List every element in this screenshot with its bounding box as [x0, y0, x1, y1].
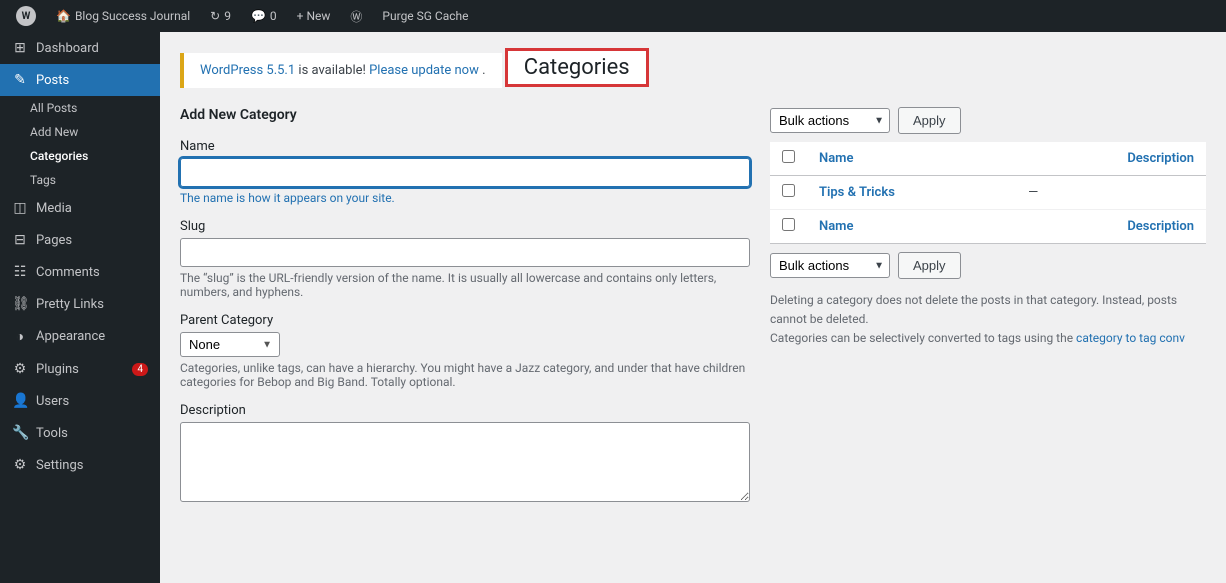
form-section-title: Add New Category [180, 107, 750, 123]
description-label: Description [180, 403, 750, 418]
wp-update-link[interactable]: WordPress 5.5.1 [200, 63, 295, 78]
description-column-link-bottom[interactable]: Description [1127, 219, 1194, 234]
sidebar-item-media[interactable]: ◫ Media [0, 192, 160, 224]
admin-bar: W 🏠 Blog Success Journal ↻ 9 💬 0 + New Ⓦ… [0, 0, 1226, 32]
two-column-layout: Add New Category Name The name is how it… [180, 107, 1206, 520]
parent-category-field: Parent Category None ▼ Categories, unlik… [180, 313, 750, 389]
bulk-select-wrap-bottom: Bulk actions ▼ [770, 253, 890, 278]
sidebar-item-settings[interactable]: ⚙ Settings [0, 449, 160, 481]
name-help: The name is how it appears on your site. [180, 191, 750, 205]
update-notice: WordPress 5.5.1 is available! Please upd… [180, 53, 502, 88]
sidebar-item-pages[interactable]: ⊟ Pages [0, 224, 160, 256]
slug-help: The “slug” is the URL-friendly version o… [180, 271, 750, 299]
parent-category-label: Parent Category [180, 313, 750, 328]
name-column-link-bottom[interactable]: Name [819, 219, 853, 234]
updates-item[interactable]: ↻ 9 [202, 0, 239, 32]
media-icon: ◫ [12, 200, 28, 216]
sidebar-item-plugins[interactable]: ⚙ Plugins 4 [0, 353, 160, 385]
sidebar-item-categories[interactable]: Categories [0, 144, 160, 168]
description-field: Description [180, 403, 750, 506]
table-header-row: Name Description [770, 142, 1206, 176]
site-name[interactable]: 🏠 Blog Success Journal [48, 0, 198, 32]
categories-table: Name Description [770, 142, 1206, 244]
name-label: Name [180, 139, 750, 154]
name-input[interactable] [180, 158, 750, 187]
select-all-header [770, 142, 807, 176]
content-area: WordPress 5.5.1 is available! Please upd… [160, 32, 1226, 583]
bulk-select-wrap-top: Bulk actions ▼ [770, 108, 890, 133]
footer-notes: Deleting a category does not delete the … [770, 291, 1206, 349]
wp-icon: W [16, 6, 36, 26]
purge-cache[interactable]: Purge SG Cache [374, 0, 476, 32]
new-item[interactable]: + New [289, 0, 339, 32]
table-row: Tips & Tricks — [770, 176, 1206, 210]
settings-icon: ⚙ [12, 457, 28, 473]
sidebar-item-pretty-links[interactable]: ⛓ Pretty Links [0, 288, 160, 320]
category-tag-converter-link[interactable]: category to tag conv [1076, 331, 1185, 345]
select-all-checkbox-bottom[interactable] [782, 218, 795, 231]
name-field: Name The name is how it appears on your … [180, 139, 750, 205]
page-title: Categories [524, 55, 630, 80]
dashboard-icon: ⊞ [12, 40, 28, 56]
bulk-actions-row-bottom: Bulk actions ▼ Apply [770, 252, 1206, 279]
pages-icon: ⊟ [12, 232, 28, 248]
comments-icon: ☷ [12, 264, 28, 280]
tools-icon: 🔧 [12, 425, 28, 441]
description-column-header: Description [1016, 142, 1206, 176]
plugins-badge: 4 [132, 363, 148, 376]
description-column-header-bottom: Description [1016, 210, 1206, 244]
name-column-header-bottom: Name [807, 210, 1016, 244]
category-description-cell: — [1016, 176, 1206, 210]
name-column-link[interactable]: Name [819, 151, 853, 166]
table-row-bottom-header: Name Description [770, 210, 1206, 244]
pretty-links-icon: ⛓ [12, 296, 28, 312]
slug-input[interactable] [180, 238, 750, 267]
sidebar: ⊞ Dashboard ✎ Posts All Posts Add New Ca… [0, 32, 160, 583]
update-now-link[interactable]: Please update now [369, 63, 479, 78]
sidebar-item-appearance[interactable]: ◑ Appearance [0, 320, 160, 353]
add-category-form: Add New Category Name The name is how it… [180, 107, 750, 520]
sidebar-item-dashboard[interactable]: ⊞ Dashboard [0, 32, 160, 64]
apply-button-top[interactable]: Apply [898, 107, 961, 134]
page-title-container: Categories [505, 48, 649, 87]
row-checkbox-cell [770, 176, 807, 210]
sidebar-item-all-posts[interactable]: All Posts [0, 96, 160, 120]
posts-submenu: All Posts Add New Categories Tags [0, 96, 160, 192]
wp-logo[interactable]: W [8, 0, 44, 32]
comments-item[interactable]: 💬 0 [243, 0, 285, 32]
refresh-icon: ↻ [210, 9, 220, 23]
sidebar-item-tools[interactable]: 🔧 Tools [0, 417, 160, 449]
row-checkbox[interactable] [782, 184, 795, 197]
bulk-actions-select-top[interactable]: Bulk actions [770, 108, 890, 133]
select-all-checkbox[interactable] [782, 150, 795, 163]
bulk-actions-select-bottom[interactable]: Bulk actions [770, 253, 890, 278]
home-icon: 🏠 [56, 9, 71, 23]
brand-icon: Ⓦ [350, 8, 362, 25]
category-name-cell: Tips & Tricks [807, 176, 1016, 210]
sidebar-item-add-new[interactable]: Add New [0, 120, 160, 144]
parent-category-select-wrap: None ▼ [180, 332, 280, 357]
categories-table-section: Bulk actions ▼ Apply Nam [770, 107, 1206, 520]
parent-category-help: Categories, unlike tags, can have a hier… [180, 361, 750, 389]
sidebar-item-users[interactable]: 👤 Users [0, 385, 160, 417]
slug-label: Slug [180, 219, 750, 234]
sidebar-item-tags[interactable]: Tags [0, 168, 160, 192]
comment-icon: 💬 [251, 9, 266, 23]
posts-icon: ✎ [12, 72, 28, 88]
description-column-link[interactable]: Description [1127, 151, 1194, 166]
sidebar-item-comments[interactable]: ☷ Comments [0, 256, 160, 288]
category-link[interactable]: Tips & Tricks [819, 185, 895, 200]
slug-field: Slug The “slug” is the URL-friendly vers… [180, 219, 750, 299]
users-icon: 👤 [12, 393, 28, 409]
apply-button-bottom[interactable]: Apply [898, 252, 961, 279]
bulk-actions-row-top: Bulk actions ▼ Apply [770, 107, 1206, 134]
name-column-header: Name [807, 142, 1016, 176]
description-input[interactable] [180, 422, 750, 502]
plugins-icon: ⚙ [12, 361, 28, 377]
wp-brand-icon[interactable]: Ⓦ [342, 0, 370, 32]
appearance-icon: ◑ [12, 328, 28, 345]
parent-category-select[interactable]: None [180, 332, 280, 357]
select-all-header-bottom [770, 210, 807, 244]
sidebar-item-posts[interactable]: ✎ Posts [0, 64, 160, 96]
